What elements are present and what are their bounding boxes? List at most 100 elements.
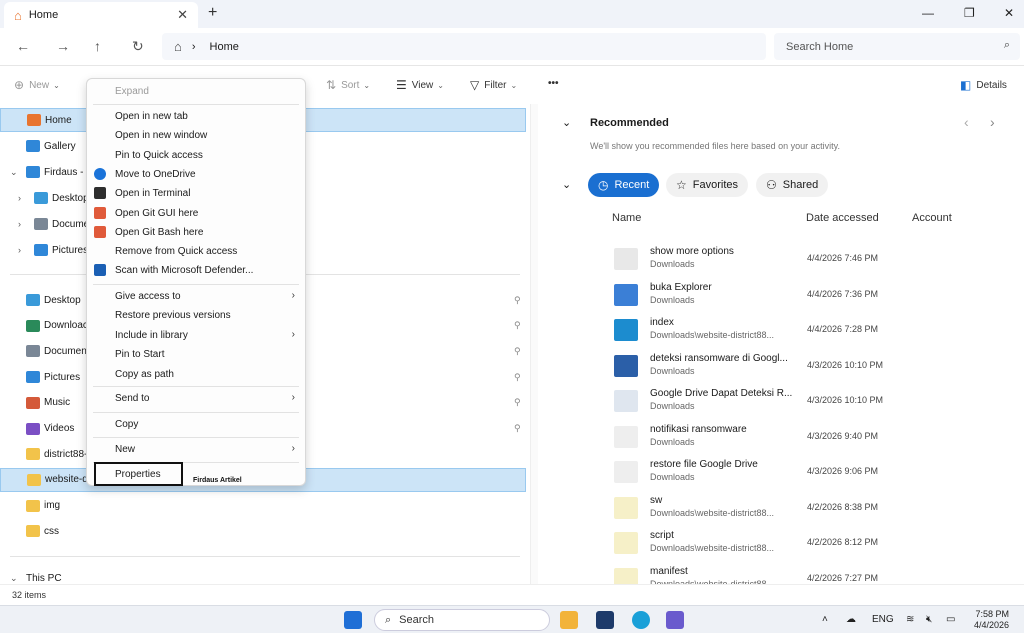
edge-icon[interactable] [632,611,650,629]
file-name: restore file Google Drive [650,459,758,470]
pin-icon[interactable]: ⚲ [514,372,521,383]
chevron-up-icon[interactable]: ˄ [822,614,828,625]
menu-item-label: Restore previous versions [115,310,231,322]
file-name: notifikasi ransomware [650,423,747,435]
menu-item-pin-to-start[interactable]: Pin to Start [87,345,305,364]
menu-item-label: Send to [115,393,150,404]
address-bar[interactable]: ⌂ › Home [162,33,766,60]
new-tab-button[interactable]: + [208,4,217,22]
pin-icon[interactable]: ⚲ [514,320,521,331]
forward-button[interactable]: → [56,38,70,54]
breadcrumb[interactable]: Home [210,41,239,53]
watermark-text: Firdaus Artikel [193,477,242,484]
nav-item-quick-access[interactable]: css [0,519,526,543]
chevron-down-icon[interactable]: ⌄ [10,573,18,584]
volume-muted-icon[interactable]: 🔇︎ [926,614,932,625]
file-explorer-icon[interactable] [560,611,578,629]
menu-item-send-to[interactable]: Send to › [87,389,305,408]
menu-item-new[interactable]: New › [87,440,305,459]
nav-item-label: Desktop [52,192,89,204]
file-row[interactable]: notifikasi ransomware Downloads 4/3/2026 9… [610,422,1010,456]
chevron-down-icon: ⌄ [510,80,518,90]
menu-item-open-in-terminal[interactable]: Open in Terminal [87,184,305,203]
menu-item-label: Open in Terminal [115,188,191,200]
chevron-down-icon[interactable]: ⌄ [10,167,18,178]
nav-item-this-pc[interactable]: ⌄ This PC [0,572,526,584]
tab-home[interactable]: ⌂ Home ✕ [4,2,198,28]
file-thumbnail-icon [614,532,638,554]
pin-icon[interactable]: ⚲ [514,346,521,357]
menu-item-copy[interactable]: Copy [87,415,305,434]
file-row[interactable]: deteksi ransomware di Googl... Downloads 4… [610,351,1010,385]
file-date: 4/2/2026 8:12 PM [807,537,879,547]
menu-item-include-in-library[interactable]: Include in library › [87,326,305,345]
menu-item-restore-previous-versions[interactable]: Restore previous versions [87,306,305,325]
battery-icon[interactable]: ▭ [946,614,955,625]
tab-close-icon[interactable]: ✕ [177,7,188,23]
menu-item-move-to-onedrive[interactable]: Move to OneDrive [87,165,305,184]
nav-item-label: website-d [45,474,88,486]
file-row[interactable]: buka Explorer Downloads 4/4/2026 7:36 PM [610,280,1010,314]
pin-icon[interactable]: ⚲ [514,295,521,306]
taskbar-search-label: Search [399,614,435,626]
close-window-button[interactable]: ✕ [1004,6,1014,20]
menu-item-pin-to-quick-access[interactable]: Pin to Quick access [87,146,305,165]
details-button[interactable]: ◧ Details [960,78,1007,92]
menu-item-remove-from-quick-access[interactable]: Remove from Quick access [87,242,305,261]
chevron-right-icon[interactable]: › [18,219,21,229]
cloud-icon[interactable]: ☁ [846,614,856,625]
maximize-button[interactable]: ❐ [964,6,975,20]
file-row[interactable]: sw Downloads\website-district88... 4/2/202… [610,493,1010,527]
file-row[interactable]: show more options Downloads 4/4/2026 7:46 … [610,244,1010,278]
file-row[interactable]: Google Drive Dapat Deteksi R... Downloads… [610,386,1010,420]
minimize-button[interactable]: — [922,6,934,20]
file-name: buka Explorer [650,281,712,293]
file-row[interactable]: index Downloads\website-district88... 4/4/… [610,315,1010,349]
file-row[interactable]: manifest Downloads\website-district88... 4… [610,564,1010,584]
menu-item-open-git-bash[interactable]: Open Git Bash here [87,223,305,242]
back-button[interactable]: ← [16,38,30,54]
refresh-button[interactable]: ↻ [132,38,144,55]
file-name: index [650,317,674,328]
windows-start-icon[interactable] [344,611,362,629]
chevron-right-icon[interactable]: › [18,193,21,203]
menu-item-give-access-to[interactable]: Give access to › [87,287,305,306]
search-input[interactable]: Search Home ⌕ [774,33,1020,60]
view-button[interactable]: ☰ View ⌄ [396,78,444,92]
navigation-bar: ← → ↑ ↻ ⌂ › Home Search Home ⌕ [0,28,1024,66]
store-icon[interactable] [596,611,614,629]
teams-icon[interactable] [666,611,684,629]
nav-item-quick-access[interactable]: img [0,494,526,518]
language-indicator[interactable]: ENG [872,614,894,625]
new-label: New [29,79,50,91]
pin-icon[interactable]: ⚲ [514,397,521,408]
menu-item-scan-with-defender[interactable]: Scan with Microsoft Defender... [87,261,305,280]
file-date: 4/3/2026 10:10 PM [807,395,884,405]
tab-label: Home [28,9,59,21]
clock[interactable]: 7:58 PM 4/4/2026 [974,609,1009,631]
nav-pane-scrollbar[interactable] [530,104,538,584]
menu-separator [93,412,299,413]
file-row[interactable]: restore file Google Drive Downloads 4/3/20… [610,457,1010,491]
up-button[interactable]: ↑ [94,38,101,54]
menu-item-open-git-gui[interactable]: Open Git GUI here [87,204,305,223]
file-date: 4/2/2026 8:38 PM [807,501,879,512]
menu-item-open-in-new-tab[interactable]: Open in new tab [87,107,305,126]
file-row[interactable]: script Downloads\website-district88... 4/2… [610,528,1010,562]
pin-icon[interactable]: ⚲ [514,423,521,434]
new-button[interactable]: ⊕ New ⌄ [14,78,60,92]
taskbar-search[interactable]: ⌕ Search [374,609,550,631]
file-thumbnail-icon [614,354,638,377]
menu-item-open-in-new-window[interactable]: Open in new window [87,126,305,145]
file-location: Downloads\website-district88... [650,543,775,553]
menu-item-copy-as-path[interactable]: Copy as path [87,365,305,384]
sort-button[interactable]: ⇅ Sort ⌄ [326,78,370,92]
file-name: sw [650,494,663,506]
menu-item-expand[interactable]: Expand [87,82,305,101]
more-options-button[interactable]: ••• [548,78,559,89]
filter-button[interactable]: ▽ Filter ⌄ [470,78,517,92]
chevron-right-icon[interactable]: › [18,245,21,255]
videos-icon [26,422,40,435]
wifi-icon[interactable]: ≋ [906,614,914,625]
file-date: 4/2/2026 7:27 PM [807,572,879,583]
